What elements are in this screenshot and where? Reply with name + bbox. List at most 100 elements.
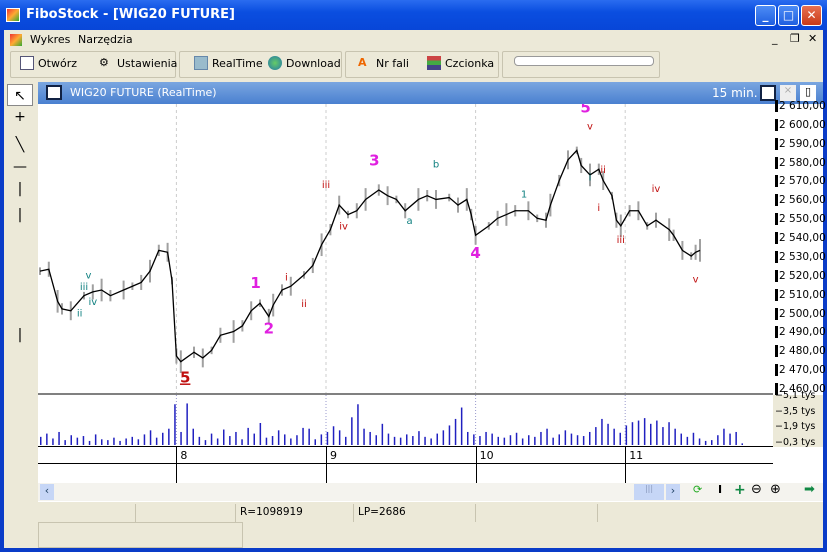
- vertical-line-tool[interactable]: |: [7, 178, 33, 200]
- wave-number-button[interactable]: A Nr fali: [358, 56, 409, 70]
- horizontal-line-tool[interactable]: —: [7, 156, 33, 178]
- volume-bar: [613, 428, 615, 445]
- price-tick: 2 510,00: [775, 288, 826, 301]
- volume-bar: [497, 436, 499, 445]
- volume-bar: [241, 439, 243, 445]
- price-chart[interactable]: 123455viiiiviiiiiiiiivab1viiiiiiiivv: [38, 104, 773, 446]
- volume-bar: [515, 432, 518, 445]
- trendline-tool[interactable]: ╲: [7, 134, 33, 156]
- volume-bar: [570, 433, 573, 445]
- volume-bar: [320, 434, 323, 445]
- wave-label: i: [285, 273, 288, 284]
- settings-label: Ustawienia: [117, 56, 178, 70]
- price-tick: 2 520,00: [775, 269, 826, 282]
- minimize-button[interactable]: _: [755, 5, 776, 26]
- volume-bar: [485, 431, 487, 445]
- menu-narzedzia[interactable]: Narzędzia: [78, 33, 133, 46]
- volume-bar: [601, 418, 603, 445]
- status-lp: LP=2686: [354, 504, 476, 522]
- menu-wykres[interactable]: Wykres: [30, 33, 70, 46]
- volume-bar: [467, 431, 469, 445]
- open-button[interactable]: Otwórz: [20, 56, 77, 70]
- settings-button[interactable]: ⚙ Ustawienia: [99, 56, 177, 70]
- volume-bar: [399, 437, 402, 445]
- wave-label: ii: [301, 299, 307, 310]
- volume-bar: [308, 428, 310, 445]
- volume-bar: [259, 423, 262, 445]
- volume-bar: [650, 423, 652, 445]
- day-label: 10: [475, 447, 497, 483]
- volume-bar: [418, 431, 420, 445]
- volume-bar: [521, 438, 524, 445]
- scroll-right-button[interactable]: ›: [666, 484, 680, 500]
- scroll-left-button[interactable]: ‹: [40, 484, 54, 500]
- volume-bar: [131, 436, 133, 445]
- realtime-label: RealTime: [212, 56, 263, 70]
- mdi-restore-button[interactable]: ❐: [790, 32, 800, 45]
- wave-icon: A: [358, 56, 367, 69]
- pin-button[interactable]: ▯: [800, 85, 816, 101]
- horizontal-scrollbar[interactable]: ‹ ||| › ⟳ I + ⊖ ⊕ ➡: [38, 482, 823, 501]
- mdi-close-button[interactable]: ✕: [808, 32, 817, 45]
- volume-bar: [94, 434, 97, 445]
- chart-close-button[interactable]: ×: [780, 85, 796, 101]
- zoom-in-icon[interactable]: ⊕: [770, 482, 781, 497]
- wave-label: iv: [88, 297, 97, 308]
- cursor-icon[interactable]: I: [718, 483, 722, 496]
- volume-bar: [619, 432, 621, 445]
- price-tick: 2 570,00: [775, 175, 826, 188]
- volume-bar: [631, 422, 634, 445]
- volume-bar: [180, 431, 182, 445]
- volume-bar: [393, 436, 396, 445]
- volume-bar: [192, 428, 194, 445]
- volume-bar: [369, 431, 371, 445]
- volume-bar: [686, 436, 689, 445]
- crosshair-tool[interactable]: +: [7, 106, 33, 128]
- price-tick: 2 530,00: [775, 250, 826, 263]
- wave-label: ii: [600, 165, 606, 176]
- cycle-tool[interactable]: |: [7, 204, 33, 226]
- wave-label: 4: [470, 244, 480, 262]
- price-tick: 2 490,00: [775, 326, 826, 339]
- download-button[interactable]: Download: [268, 56, 341, 70]
- close-button[interactable]: ✕: [801, 5, 822, 26]
- go-end-icon[interactable]: ➡: [804, 482, 815, 497]
- volume-bar: [363, 428, 365, 445]
- volume-bar: [643, 418, 646, 445]
- volume-bar: [271, 436, 274, 445]
- wave-label: v: [587, 122, 593, 133]
- mdi-minimize-button[interactable]: _: [772, 32, 778, 45]
- volume-bar: [290, 438, 292, 445]
- volume-bar: [82, 436, 85, 445]
- volume-bar: [723, 428, 725, 445]
- day-label: 11: [625, 447, 646, 483]
- app-icon: [6, 8, 20, 22]
- volume-bar: [204, 440, 207, 445]
- price-tick: 2 610,00: [775, 100, 826, 112]
- volume-bar: [607, 423, 609, 445]
- realtime-button[interactable]: RealTime: [194, 56, 263, 70]
- wave-label: i: [597, 203, 600, 214]
- zoom-out-icon[interactable]: ⊖: [751, 482, 762, 497]
- wave-label: iii: [322, 180, 330, 191]
- volume-bar: [198, 436, 201, 445]
- font-button[interactable]: Czcionka: [427, 56, 494, 70]
- window-title: FiboStock - [WIG20 FUTURE]: [26, 7, 235, 22]
- chart-restore-button[interactable]: [760, 85, 776, 101]
- maximize-button[interactable]: □: [778, 5, 799, 26]
- speed-slider[interactable]: [514, 56, 654, 66]
- price-line: [39, 149, 701, 363]
- scroll-thumb[interactable]: |||: [634, 484, 664, 500]
- pointer-tool[interactable]: ↖: [7, 84, 33, 106]
- add-icon[interactable]: +: [734, 482, 746, 498]
- interval-label[interactable]: 15 min.: [712, 86, 758, 100]
- day-label: 8: [176, 447, 190, 483]
- volume-bar: [265, 437, 268, 445]
- volume-bar: [698, 438, 701, 445]
- fibo-tool[interactable]: |: [7, 324, 33, 346]
- refresh-icon[interactable]: ⟳: [693, 483, 702, 496]
- volume-bar: [46, 433, 48, 445]
- wave-number-label: Nr fali: [376, 56, 409, 70]
- volume-bar: [479, 436, 481, 445]
- volume-bar: [101, 439, 103, 445]
